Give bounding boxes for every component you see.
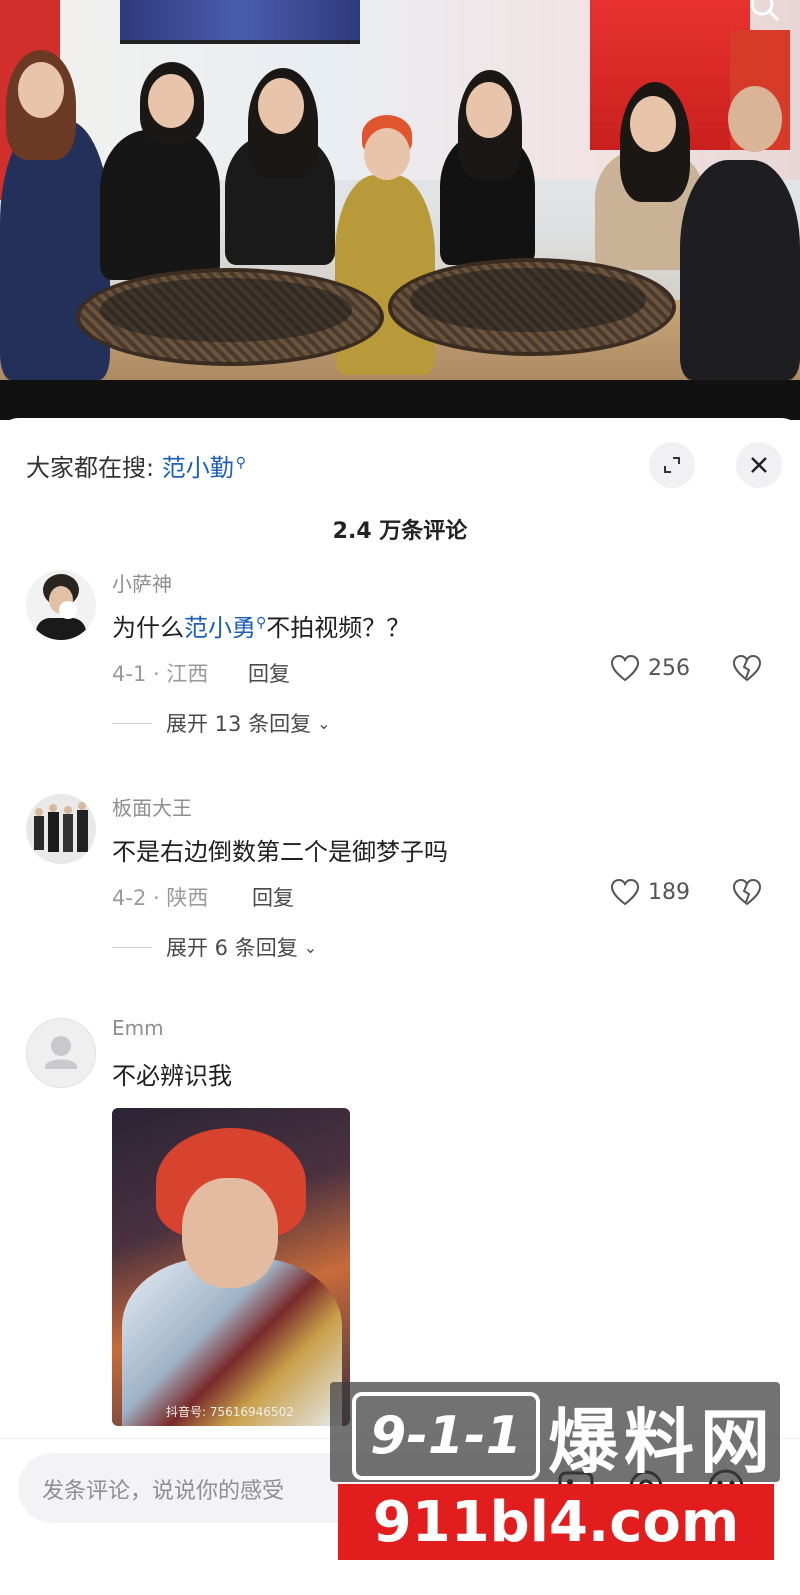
like-button[interactable]: 189: [610, 878, 690, 906]
comment-search-link[interactable]: 范小勇: [184, 614, 256, 642]
divider-line: [112, 946, 152, 948]
video-menu-screens: [120, 0, 360, 44]
expand-replies-label: 展开 6 条回复: [166, 936, 298, 960]
comment-count: 2.4 万条评论: [332, 519, 468, 544]
chevron-down-icon: ⌄: [303, 937, 318, 957]
comment-item: 小萨神 为什么范小勇⚲不拍视频？？ 4-1 · 江西 回复 256 展开 13 …: [0, 570, 800, 750]
video-person-5-head: [466, 82, 512, 138]
comment-username[interactable]: 板面大王: [112, 792, 192, 821]
hot-search-term[interactable]: 范小勤: [162, 454, 234, 482]
reply-button[interactable]: 回复: [248, 658, 290, 688]
watermark-badge: 9-1-1: [352, 1392, 540, 1480]
video-player[interactable]: [0, 0, 800, 390]
sticker-watermark: 抖音号: 75616946502: [166, 1405, 294, 1419]
video-person-1-head: [18, 62, 64, 118]
watermark-url: 911bl4.com: [338, 1484, 774, 1560]
close-icon: [751, 457, 767, 473]
expand-replies-button[interactable]: 展开 13 条回复 ⌄: [112, 708, 330, 738]
comment-username[interactable]: 小萨神: [112, 568, 172, 597]
search-icon: ⚲: [256, 615, 267, 631]
sticker-face: [182, 1178, 278, 1288]
comment-item: 板面大王 不是右边倒数第二个是御梦子吗 4-2 · 陕西 回复 189 展开 6…: [0, 794, 800, 974]
comment-text-part: 不拍视频？？: [266, 614, 411, 642]
comment-meta: 4-1 · 江西: [112, 662, 209, 686]
comment-item: Emm 不必辨识我 抖音号: 75616946502: [0, 1016, 800, 1438]
comment-input-placeholder: 发条评论，说说你的感受: [42, 1479, 285, 1504]
comment-username[interactable]: Emm: [112, 1016, 164, 1040]
heart-icon: [610, 654, 640, 682]
video-table-right-glass: [410, 268, 646, 332]
expand-replies-button[interactable]: 展开 6 条回复 ⌄: [112, 932, 317, 962]
close-button[interactable]: [736, 442, 782, 488]
comment-text: 不必辨识我: [112, 1062, 232, 1090]
chevron-down-icon: ⌄: [317, 713, 331, 733]
comment-meta: 4-2 · 陕西: [112, 886, 209, 910]
expand-replies-label: 展开 13 条回复: [166, 712, 312, 736]
comment-sticker-image[interactable]: 抖音号: 75616946502: [112, 1108, 350, 1426]
divider-line: [112, 722, 152, 724]
comment-text-part: 为什么: [112, 614, 184, 642]
like-count: 189: [648, 879, 690, 905]
video-person-4-head: [364, 128, 410, 180]
comment-text: 不是右边倒数第二个是御梦子吗: [112, 838, 448, 866]
video-person-3-head: [258, 78, 304, 134]
broken-heart-icon: [732, 878, 762, 906]
avatar[interactable]: [26, 794, 96, 864]
comment-text: 为什么范小勇⚲不拍视频？？: [112, 608, 410, 643]
dislike-button[interactable]: [732, 654, 762, 686]
video-table-left-glass: [100, 278, 352, 342]
reply-button[interactable]: 回复: [252, 882, 294, 912]
video-person-2-head: [148, 74, 194, 128]
dislike-button[interactable]: [732, 878, 762, 910]
avatar[interactable]: [26, 1018, 96, 1088]
video-person-2: [100, 130, 220, 280]
like-count: 256: [648, 655, 690, 681]
expand-icon: [664, 457, 680, 473]
avatar[interactable]: [26, 570, 96, 640]
search-icon: ⚲: [235, 455, 246, 471]
watermark-brand: 爆料网: [548, 1401, 776, 1483]
heart-icon: [610, 878, 640, 906]
hot-search-bar[interactable]: 大家都在搜: 范小勤 ⚲: [26, 448, 246, 483]
video-person-6-head: [630, 96, 676, 152]
expand-button[interactable]: [649, 442, 695, 488]
video-person-7: [680, 160, 800, 380]
search-icon[interactable]: [746, 0, 782, 22]
video-bottom-bar: [0, 380, 800, 420]
video-person-7-head: [728, 86, 782, 152]
like-button[interactable]: 256: [610, 654, 690, 682]
hot-search-prefix: 大家都在搜:: [26, 454, 155, 482]
broken-heart-icon: [732, 654, 762, 682]
